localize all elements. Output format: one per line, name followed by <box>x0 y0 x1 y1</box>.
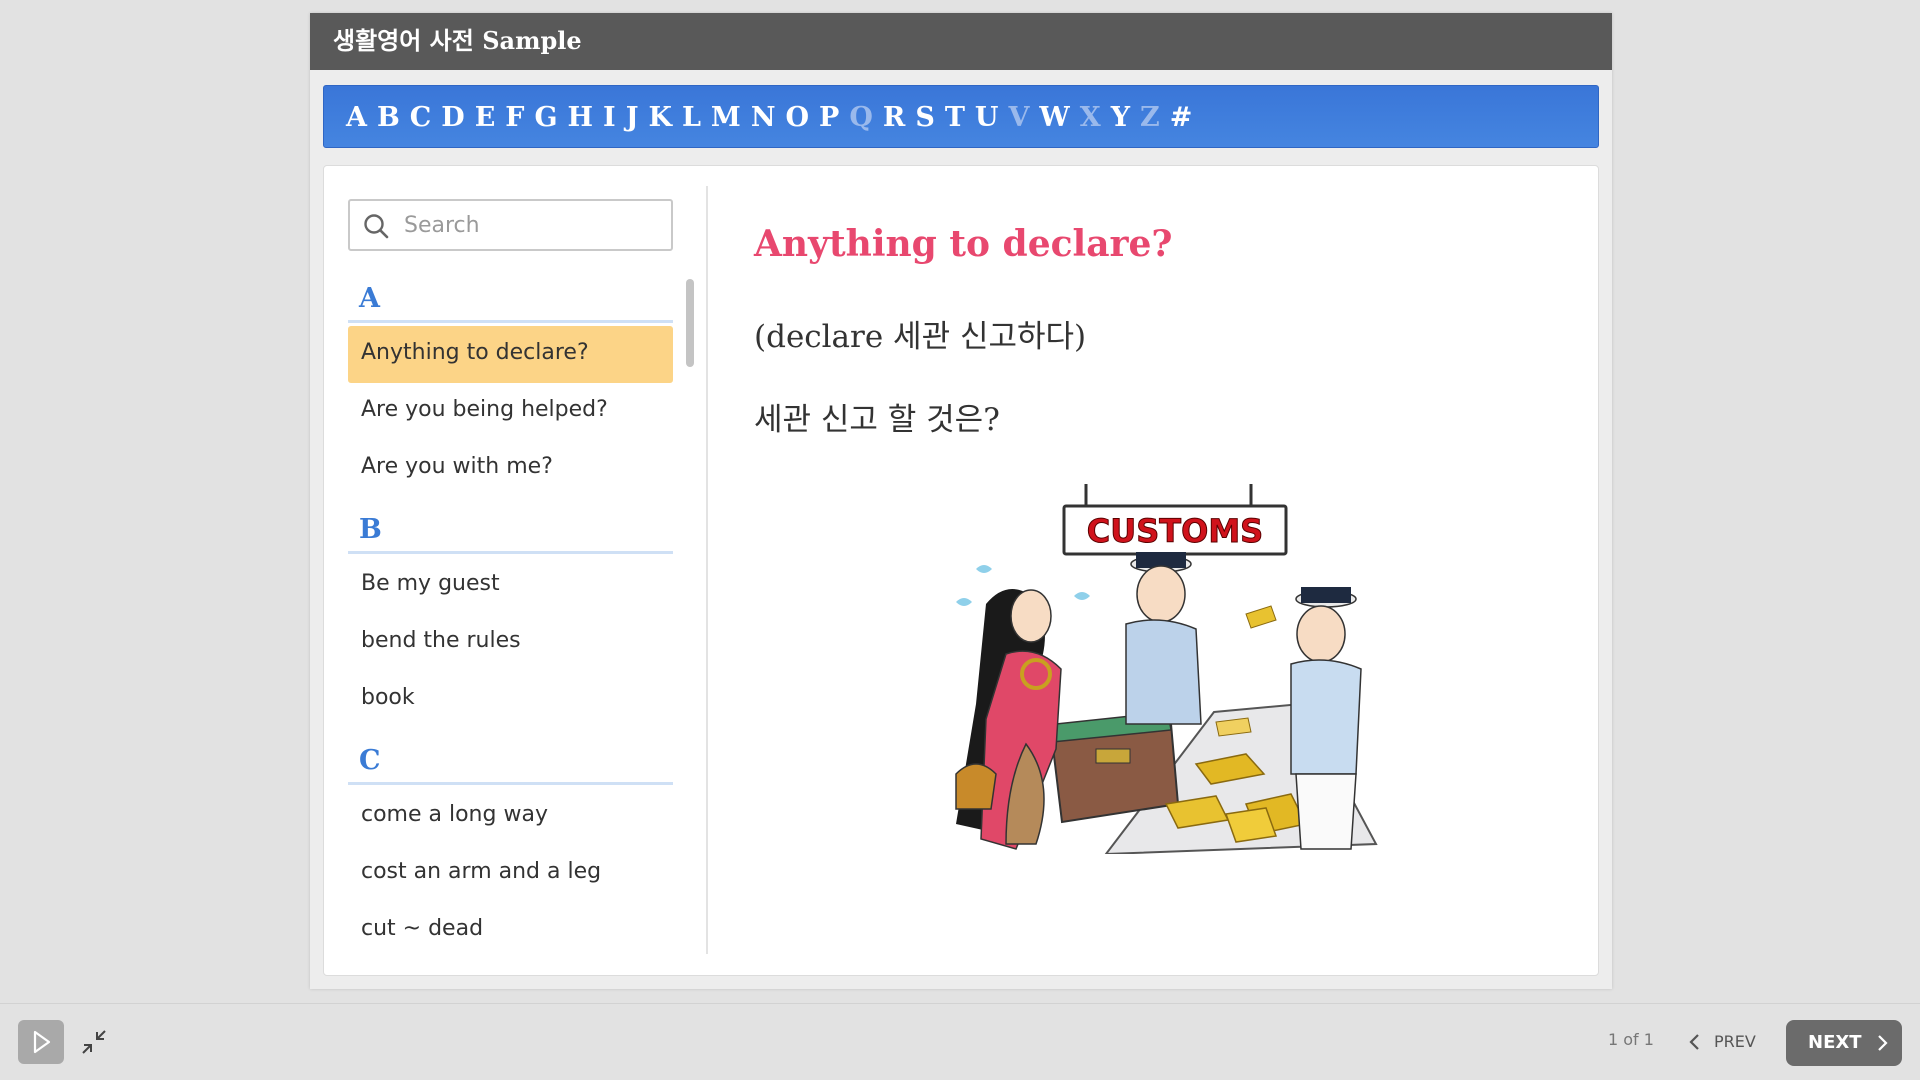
prev-label: PREV <box>1714 1032 1756 1051</box>
prev-button[interactable]: PREV <box>1680 1020 1760 1064</box>
alphabet-letter-o[interactable]: O <box>786 86 810 149</box>
alphabet-letter-n[interactable]: N <box>751 86 776 149</box>
group-header: A <box>348 266 673 323</box>
phrase-list-item[interactable]: bend the rules <box>348 614 673 671</box>
phrase-list-item-label: Are you being helped? <box>361 397 608 422</box>
phrase-list-item-label: Be my guest <box>361 571 500 596</box>
phrase-sidebar: A Anything to declare? Are you being helpe… <box>324 166 707 977</box>
alphabet-letter-i[interactable]: I <box>603 86 616 149</box>
dictionary-panel: A Anything to declare? Are you being helpe… <box>323 165 1599 976</box>
phrase-list-item[interactable]: cost an arm and a leg <box>348 845 673 902</box>
alphabet-bar: A B C D E F G H I J K L M N O P Q R S T U V W X Y Z # <box>323 85 1599 148</box>
search-input[interactable] <box>404 201 664 249</box>
alphabet-list: A B C D E F G H I J K L M N O P Q R S T U V W X Y Z # <box>346 86 1202 149</box>
player-control-bar: 1 of 1 PREV NEXT <box>0 1003 1920 1080</box>
page-counter: 1 of 1 <box>1608 1030 1654 1049</box>
alphabet-letter-g[interactable]: G <box>534 86 557 149</box>
alphabet-letter-w[interactable]: W <box>1039 86 1069 149</box>
phrase-title: Anything to declare? <box>754 223 1173 265</box>
alphabet-letter-h[interactable]: H <box>568 86 594 149</box>
search-icon <box>364 214 389 239</box>
phrase-list-item-label: Anything to declare? <box>361 340 589 365</box>
slide-title: 생활영어 사전 Sample <box>333 26 582 55</box>
alphabet-letter-f[interactable]: F <box>505 86 524 149</box>
collapse-icon <box>82 1030 106 1054</box>
phrase-note: (declare 세관 신고하다) <box>754 319 1087 355</box>
slide: 생활영어 사전 Sample ABCDEFGHIJKLMNOPQRSTUVWXY… <box>310 13 1612 989</box>
play-button[interactable] <box>18 1020 64 1064</box>
alphabet-letter-l[interactable]: L <box>682 86 701 149</box>
collapse-button[interactable] <box>80 1028 108 1056</box>
phrase-list[interactable]: A Anything to declare? Are you being helpe… <box>348 266 673 968</box>
phrase-list-item[interactable]: Be my guest <box>348 557 673 614</box>
phrase-list-item-label: Are you with me? <box>361 454 553 479</box>
alphabet-letter-hash[interactable]: # <box>1170 86 1193 149</box>
group-letter: B <box>359 514 382 545</box>
phrase-list-item[interactable]: Are you being helped? <box>348 383 673 440</box>
alphabet-letter-s[interactable]: S <box>915 86 935 149</box>
phrase-list-item-label: come a long way <box>361 802 548 827</box>
alphabet-letter-x: X <box>1079 102 1101 133</box>
alphabet-letter-j[interactable]: J <box>626 86 639 149</box>
phrase-list-item-label: cut ~ dead <box>361 916 484 941</box>
group-letter: A <box>359 283 380 314</box>
alphabet-letter-y[interactable]: Y <box>1111 86 1130 149</box>
alphabet-letter-v: V <box>1008 102 1030 133</box>
phrase-list-item[interactable]: come a long way <box>348 788 673 845</box>
alphabet-letter-t[interactable]: T <box>945 86 965 149</box>
group-header: B <box>348 497 673 554</box>
player-window: 생활영어 사전 Sample ABCDEFGHIJKLMNOPQRSTUVWXY… <box>0 0 1920 1080</box>
phrase-list-item-label: book <box>361 685 415 710</box>
phrase-meaning: 세관 신고 할 것은? <box>754 402 1000 438</box>
phrase-list-item[interactable]: Are you with me? <box>348 440 673 497</box>
group-letter: C <box>359 745 381 776</box>
scrollbar-thumb[interactable] <box>686 279 694 367</box>
alphabet-letter-b[interactable]: B <box>377 86 400 149</box>
title-bar: 생활영어 사전 Sample <box>310 13 1612 70</box>
phrase-list-item-label: bend the rules <box>361 628 521 653</box>
chevron-right-icon <box>1878 1035 1888 1051</box>
alphabet-letter-k[interactable]: K <box>648 86 671 149</box>
phrase-list-item[interactable]: book <box>348 671 673 728</box>
phrase-content: Anything to declare? (declare 세관 신고하다) 세… <box>708 166 1598 977</box>
alphabet-letter-z: Z <box>1139 102 1160 133</box>
next-button[interactable]: NEXT <box>1786 1020 1902 1066</box>
group-header: C <box>348 728 673 785</box>
search-box[interactable] <box>348 199 673 251</box>
alphabet-letter-m[interactable]: M <box>711 86 741 149</box>
phrase-list-item-label: cost an arm and a leg <box>361 859 602 884</box>
play-icon <box>33 1030 51 1054</box>
alphabet-letter-u[interactable]: U <box>975 86 999 149</box>
phrase-list-item[interactable]: Anything to declare? <box>348 326 673 383</box>
customs-illustration: CUSTOMS <box>955 484 1378 854</box>
alphabet-letter-a[interactable]: A <box>346 86 367 149</box>
alphabet-letter-q: Q <box>849 102 873 133</box>
alphabet-letter-c[interactable]: C <box>410 86 432 149</box>
chevron-left-icon <box>1689 1034 1699 1050</box>
customs-sign-text: CUSTOMS <box>1087 512 1263 550</box>
next-label: NEXT <box>1808 1032 1862 1053</box>
alphabet-letter-d[interactable]: D <box>441 86 464 149</box>
alphabet-letter-r[interactable]: R <box>883 86 905 149</box>
alphabet-letter-e[interactable]: E <box>475 86 496 149</box>
phrase-list-item[interactable]: cut ~ dead <box>348 902 673 959</box>
alphabet-letter-p[interactable]: P <box>819 86 839 149</box>
